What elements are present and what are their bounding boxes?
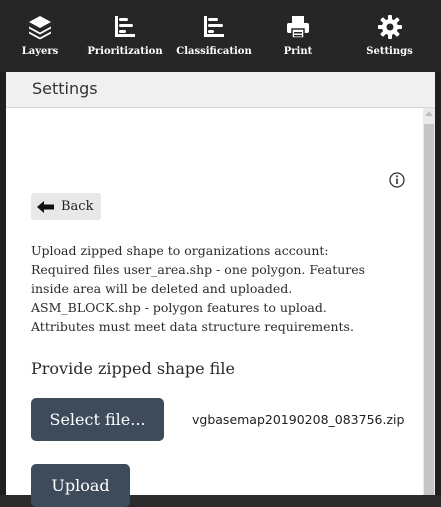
toolbar-label-classification: Classification [176,46,252,57]
gear-icon [377,15,402,39]
classification-icon [204,16,224,37]
panel-title: Settings [32,79,98,98]
toolbar-item-layers[interactable]: Layers [0,0,80,72]
instruction-line: Attributes must meet data structure requ… [31,319,354,334]
instruction-line: inside area will be deleted and uploaded… [31,281,293,296]
info-icon[interactable] [389,172,405,188]
select-file-button[interactable]: Select file... [31,398,164,441]
toolbar-item-prioritization[interactable]: Prioritization [80,0,170,72]
scrollbar-thumb[interactable] [424,124,434,495]
section-title: Provide zipped shape file [31,359,235,378]
settings-panel: Settings Back Upload zipped shape to org… [6,72,435,507]
upload-button[interactable]: Upload [31,464,130,507]
toolbar-item-print[interactable]: Print [258,0,338,72]
back-arrow-icon [37,200,54,213]
selected-file-name: vgbasemap20190208_083756.zip [192,412,405,427]
instruction-line: Required files user_area.shp - one polyg… [31,262,366,277]
toolbar-label-print: Print [283,46,313,57]
back-button[interactable]: Back [31,193,102,220]
back-button-label: Back [61,199,94,214]
toolbar-item-settings[interactable]: Settings [338,0,441,72]
toolbar-label-prioritization: Prioritization [87,46,163,57]
toolbar-label-settings: Settings [366,46,413,57]
toolbar-label-layers: Layers [21,46,59,57]
upload-instructions: Upload zipped shape to organizations acc… [31,241,421,336]
layers-icon [29,16,51,40]
scroll-up-arrow-icon[interactable] [425,111,433,116]
app-window: Layers Prioritization Classification Pri… [0,0,441,507]
toolbar-item-classification[interactable]: Classification [170,0,258,72]
instruction-line: Upload zipped shape to organizations acc… [31,243,329,258]
settings-content: Back Upload zipped shape to organization… [6,108,423,507]
print-icon [287,16,309,39]
prioritization-icon [115,16,135,37]
vertical-scrollbar[interactable] [423,108,435,495]
instruction-line: ASM_BLOCK.shp - polygon features to uplo… [31,300,327,315]
top-toolbar: Layers Prioritization Classification Pri… [0,0,441,72]
